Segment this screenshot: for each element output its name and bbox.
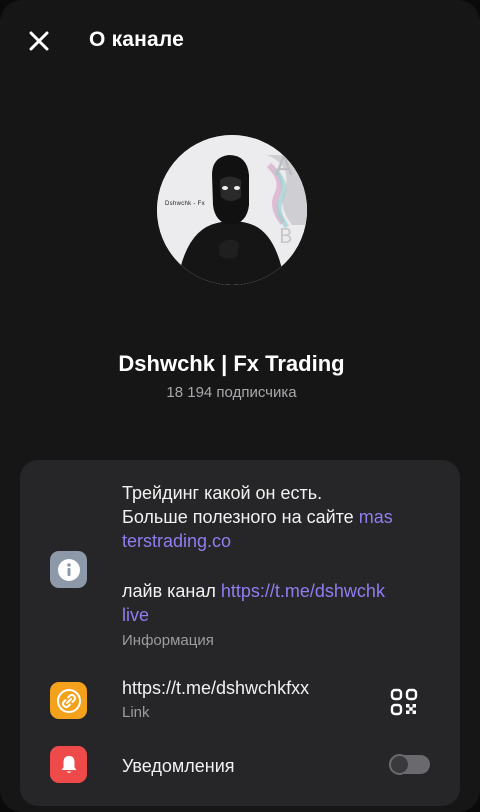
link-icon-tile [50,682,87,719]
description-line: Больше полезного на сайте mas [122,506,393,529]
svg-text:A: A [275,152,293,182]
website-link[interactable]: mas [359,507,393,527]
close-button[interactable] [24,26,54,56]
toggle-knob [389,754,410,775]
subscriber-count: 18 194 подписчика [166,384,297,401]
channel-avatar[interactable]: A B Dshwchk - Fx [157,135,307,285]
notifications-toggle[interactable] [389,754,430,775]
link-caption: Link [122,704,150,721]
svg-text:B: B [279,224,293,248]
page-title: О канале [89,28,185,51]
qr-code-button[interactable] [390,688,418,716]
live-channel-link[interactable]: https://t.me/dshwchk [221,581,385,601]
website-link[interactable]: terstrading.co [122,530,231,553]
channel-info-panel: О канале A B Dshwchk - Fx Dshwchk | Fx T… [0,0,480,812]
description-text: Больше полезного на сайте [122,507,359,527]
qr-code-icon [390,688,418,716]
avatar-label: Dshwchk - Fx [165,201,205,207]
info-card: Трейдинг какой он есть. Больше полезного… [20,460,460,806]
info-icon-tile [50,551,87,588]
info-icon [57,558,80,581]
channel-name: Dshwchk | Fx Trading [118,351,345,376]
close-icon [29,31,49,51]
notifications-label: Уведомления [122,756,235,776]
bell-icon [61,755,76,773]
description-line: Трейдинг какой он есть. [122,483,323,503]
description-line: лайв канал https://t.me/dshwchk [122,580,385,603]
live-channel-link[interactable]: live [122,604,149,627]
description-text: лайв канал [122,581,221,601]
channel-link-url[interactable]: https://t.me/dshwchkfxx [122,677,309,700]
bell-icon-tile [50,746,87,783]
header: О канале [0,0,480,82]
avatar-image: A B [157,135,307,285]
link-icon [56,688,81,713]
info-caption: Информация [122,632,214,649]
